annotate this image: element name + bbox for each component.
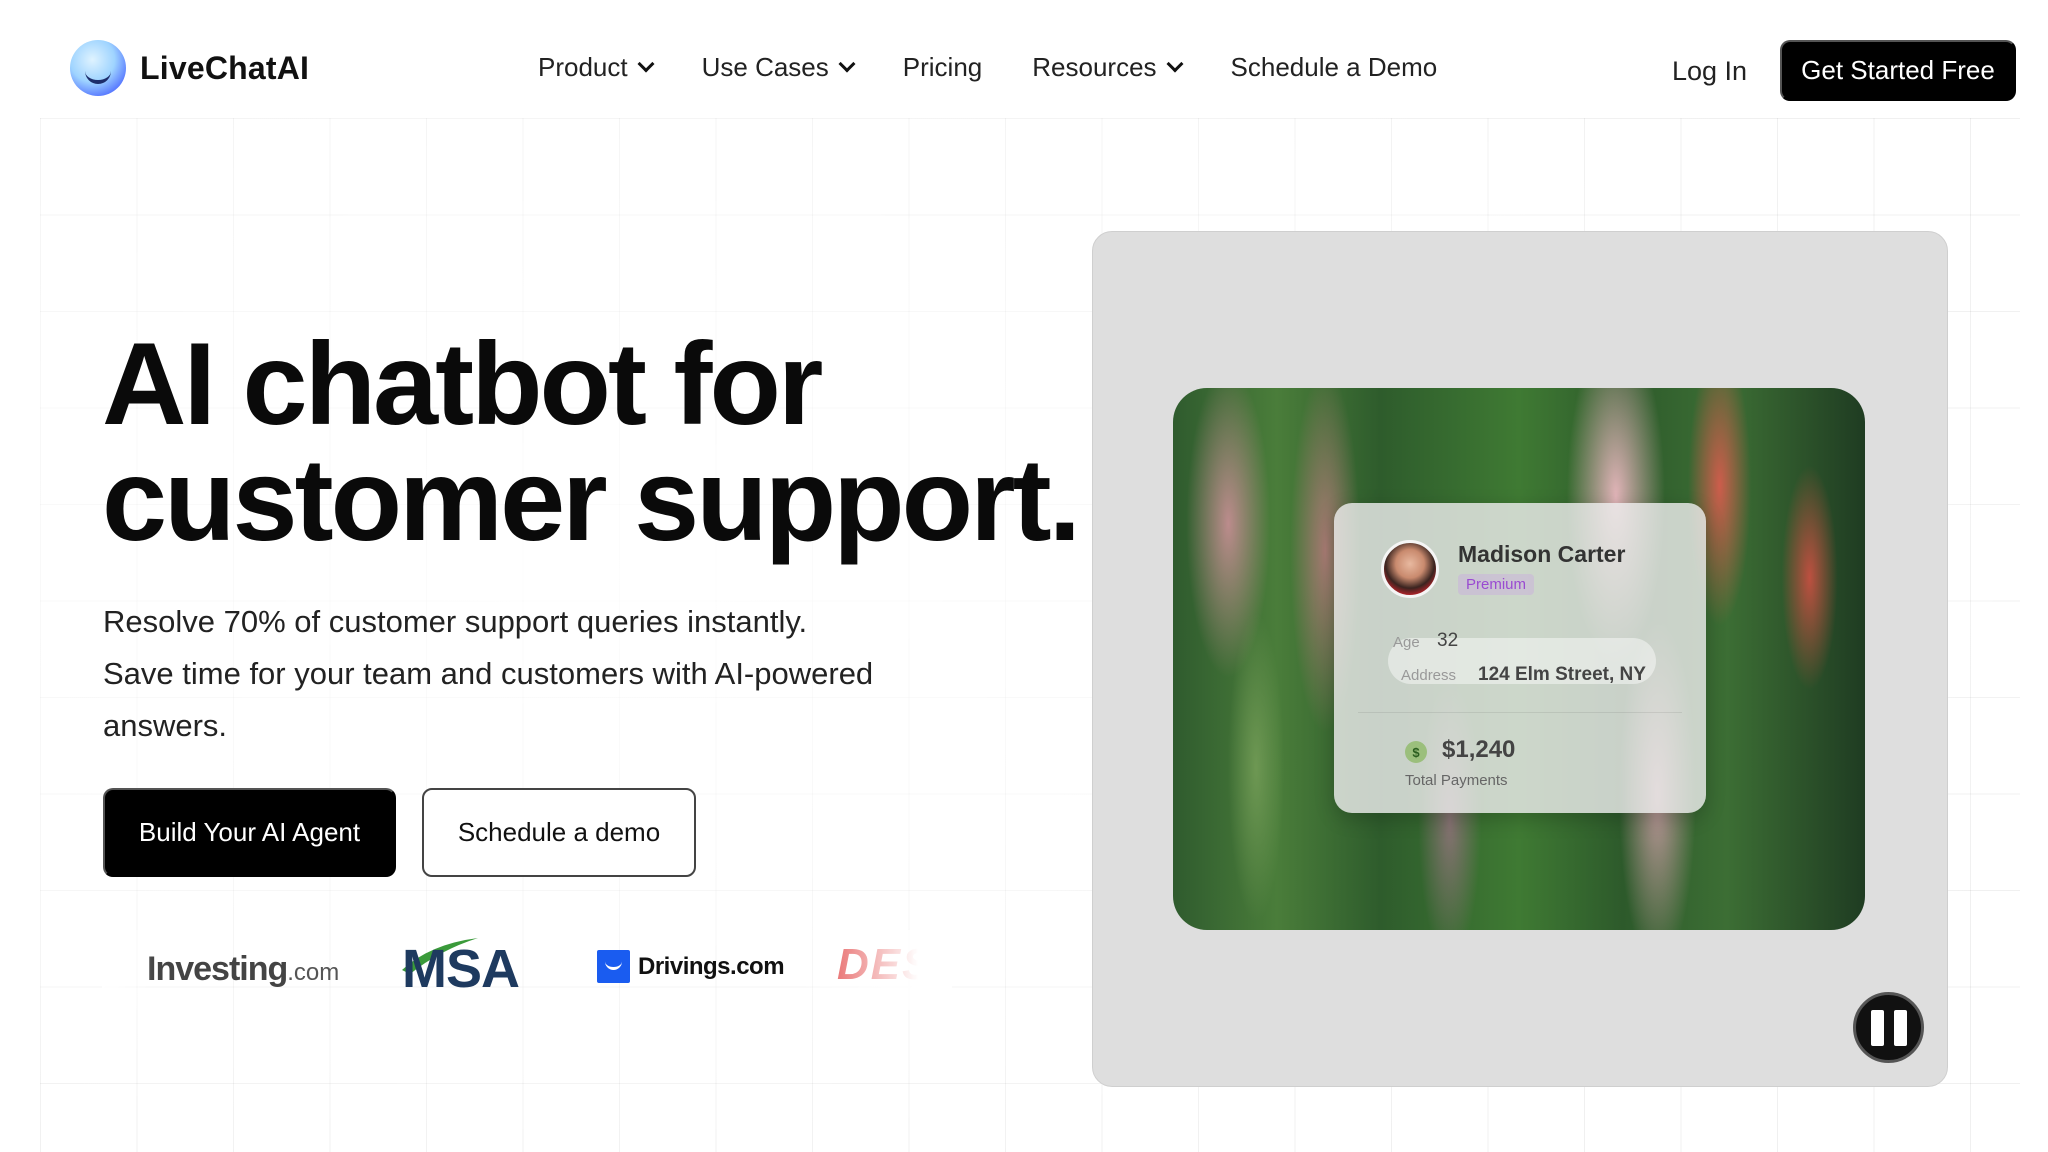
investing-logo: Investing.com	[147, 950, 339, 989]
main-nav: Product Use Cases Pricing Resources Sche…	[538, 52, 1487, 83]
drivings-logo-text: Drivings.com	[638, 952, 785, 980]
nav-item-pricing[interactable]: Pricing	[903, 52, 982, 83]
site-header: LiveChatAI Product Use Cases Pricing Res…	[0, 0, 2048, 118]
nav-item-product[interactable]: Product	[538, 52, 655, 83]
card-divider	[1358, 712, 1682, 713]
logo-text: LiveChatAI	[140, 49, 310, 86]
customer-name: Madison Carter	[1458, 541, 1626, 567]
nav-item-use-cases[interactable]: Use Cases	[701, 52, 856, 83]
age-label: Age	[1393, 634, 1420, 651]
hero-title: AI chatbot for customer support.	[102, 325, 1081, 558]
nav-item-label: Use Cases	[701, 52, 829, 82]
chevron-down-icon	[637, 55, 655, 72]
schedule-demo-button[interactable]: Schedule a demo	[422, 788, 696, 877]
hero-title-line2: customer support.	[102, 434, 1081, 565]
hero-subtitle: Resolve 70% of customer support queries …	[103, 596, 943, 752]
age-value: 32	[1437, 630, 1459, 651]
nav-item-label: Resources	[1032, 52, 1157, 82]
logo-smile-icon	[70, 40, 126, 96]
address-value: 124 Elm Street, NY	[1478, 664, 1646, 685]
des-logo: DES	[837, 940, 934, 989]
chevron-down-icon	[1166, 55, 1184, 72]
payment-coin-icon: $	[1405, 741, 1427, 763]
drivings-smile-icon	[597, 950, 630, 983]
nav-item-label: Schedule a Demo	[1230, 52, 1438, 82]
customer-logos-strip: Investing.com MSA Drivings.com DES	[102, 930, 952, 1010]
nav-item-label: Product	[538, 52, 628, 82]
pause-video-button[interactable]	[1853, 992, 1924, 1063]
pause-icon	[1870, 1009, 1884, 1046]
get-started-button[interactable]: Get Started Free	[1780, 40, 2016, 101]
investing-logo-suffix: .com	[287, 959, 340, 986]
build-ai-agent-button[interactable]: Build Your AI Agent	[103, 788, 396, 877]
msa-logo: MSA	[402, 939, 520, 999]
total-payments-amount: $1,240	[1442, 736, 1516, 763]
total-payments-label: Total Payments	[1405, 772, 1508, 789]
nav-item-resources[interactable]: Resources	[1032, 52, 1184, 83]
pause-icon	[1893, 1009, 1907, 1046]
hero-title-line1: AI chatbot for	[102, 318, 823, 449]
hero-subtitle-line1: Resolve 70% of customer support queries …	[103, 604, 808, 639]
chevron-down-icon	[838, 55, 856, 72]
nav-item-schedule-demo[interactable]: Schedule a Demo	[1231, 52, 1438, 83]
address-label: Address	[1401, 667, 1457, 684]
avatar	[1381, 540, 1439, 598]
login-link[interactable]: Log In	[1672, 56, 1747, 87]
nav-item-label: Pricing	[902, 52, 983, 82]
logo[interactable]: LiveChatAI	[70, 40, 309, 96]
drivings-logo: Drivings.com	[597, 950, 785, 983]
premium-badge: Premium	[1458, 574, 1535, 595]
investing-logo-text: Investing	[147, 950, 288, 988]
hero-subtitle-line2: Save time for your team and customers wi…	[103, 656, 874, 743]
